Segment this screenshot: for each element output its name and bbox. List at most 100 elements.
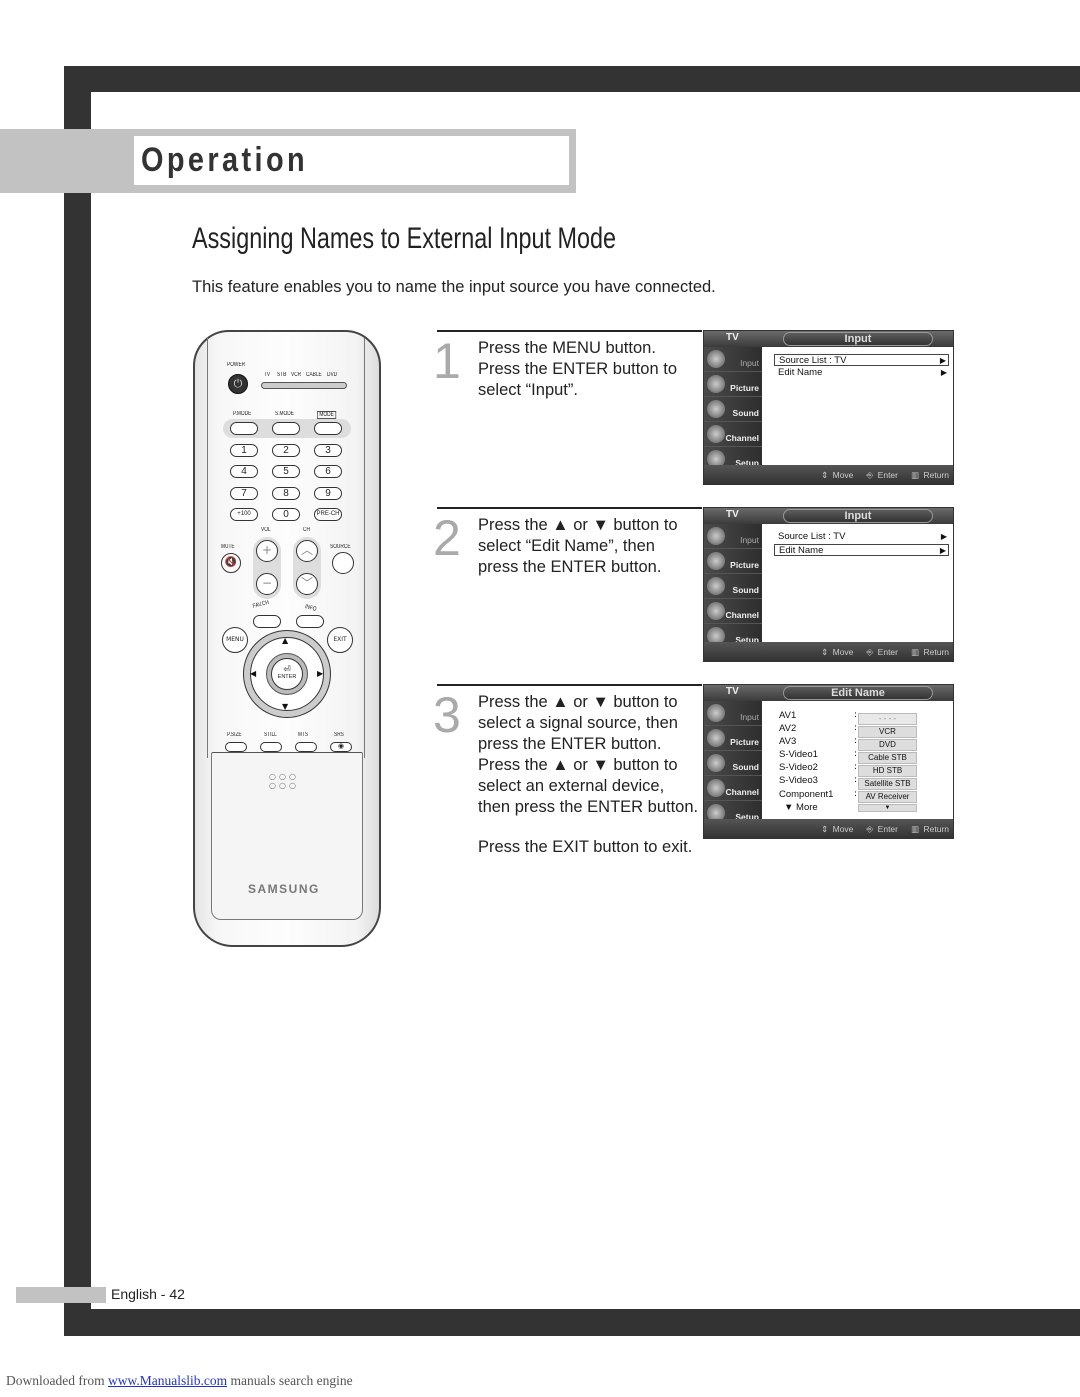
device-option: AV Receiver — [858, 791, 917, 803]
exit-note: Press the EXIT button to exit. — [478, 838, 693, 856]
right-arrow-icon: ▶ — [317, 669, 324, 678]
osd-row-source-list: Source List : TV ▶ — [774, 354, 949, 366]
step-2: 2 Press the ▲ or ▼ button to select “Edi… — [433, 507, 702, 677]
device-option: VCR — [858, 726, 917, 738]
smode-button — [272, 422, 300, 435]
osd-sidebar-item-picture: Picture — [704, 372, 762, 397]
picture-icon — [707, 552, 725, 570]
osd-header: TV Input — [704, 508, 953, 524]
step-3: 3 Press the ▲ or ▼ button to select a si… — [433, 684, 702, 834]
osd-sidebar-item-sound: Sound — [704, 574, 762, 599]
device-option: DVD — [858, 739, 917, 751]
osd-row-source-list: Source List : TV ▶ — [774, 531, 949, 543]
source-label: AV2 — [779, 723, 797, 734]
page-title: Assigning Names to External Input Mode — [192, 222, 617, 255]
sound-icon — [707, 577, 725, 595]
osd-tv-label: TV — [726, 509, 739, 520]
device-label-tv: TV — [264, 372, 271, 378]
number-button: 0 — [272, 508, 300, 521]
input-icon — [707, 704, 725, 722]
osd-footer-hints: ⇕ Move ⎆ Enter ▥ Return — [821, 647, 949, 657]
picture-icon — [707, 729, 725, 747]
number-button: 6 — [314, 465, 342, 478]
enter-button: ⏎ ENTER — [271, 658, 303, 690]
osd-tv-label: TV — [726, 332, 739, 343]
download-suffix: manuals search engine — [227, 1373, 353, 1388]
page-frame-bottom — [64, 1309, 1080, 1336]
osd-screen-input-edit: TV Input Input Picture Sound Channel Set… — [703, 507, 954, 662]
brand-logo: SAMSUNG — [248, 882, 320, 896]
mute-label: MUTE — [221, 544, 235, 550]
channel-icon — [707, 425, 725, 443]
footer-band — [16, 1287, 106, 1303]
enter-hint: Enter — [877, 824, 898, 834]
ch-up-icon: ︿ — [296, 540, 318, 562]
power-button-icon: ⏻ — [228, 374, 248, 394]
page-number: English - 42 — [111, 1286, 185, 1302]
osd-row-label: Source List : TV — [778, 531, 846, 542]
psize-button — [225, 742, 247, 752]
intro-text: This feature enables you to name the inp… — [192, 278, 716, 296]
step-line: press the ENTER button. — [478, 558, 662, 576]
ch-down-icon: ﹀ — [296, 573, 318, 595]
osd-footer: ⇕ Move ⎆ Enter ▥ Return — [704, 819, 953, 838]
up-arrow-icon: ▲ — [282, 636, 289, 645]
step-1: 1 Press the MENU button. Press the ENTER… — [433, 330, 702, 500]
colon: : — [854, 789, 858, 799]
number-button: 8 — [272, 487, 300, 500]
manualslib-link[interactable]: www.Manualslib.com — [108, 1373, 227, 1388]
osd-row-edit-name: Edit Name ▶ — [774, 367, 949, 379]
device-label-vcr: VCR — [291, 372, 302, 378]
number-button: 4 — [230, 465, 258, 478]
osd-sidebar: Input Picture Sound Channel Setup — [704, 701, 762, 829]
mts-label: MTS — [298, 732, 309, 738]
download-notice: Downloaded from www.Manualslib.com manua… — [6, 1373, 353, 1389]
step-line: select “Edit Name”, then — [478, 537, 655, 555]
osd-sidebar: Input Picture Sound Channel Setup — [704, 347, 762, 475]
osd-header: TV Input — [704, 331, 953, 347]
arrow-right-icon: ▶ — [940, 532, 947, 541]
return-hint: Return — [923, 824, 949, 834]
arrow-right-icon: ▶ — [940, 368, 947, 377]
source-label: SOURCE — [330, 544, 351, 550]
number-button: 5 — [272, 465, 300, 478]
left-arrow-icon: ◀ — [250, 669, 257, 678]
remote-control-illustration: POWER ⏻ TV STB VCR CABLE DVD P.MODE S.MO… — [193, 330, 381, 947]
arrow-right-icon: ▶ — [939, 546, 946, 555]
osd-footer-hints: ⇕ Move ⎆ Enter ▥ Return — [821, 824, 949, 834]
input-icon — [707, 527, 725, 545]
source-button — [332, 552, 354, 574]
plus100-button: +100 — [230, 508, 258, 521]
enter-hint: Enter — [877, 470, 898, 480]
osd-title: Edit Name — [783, 686, 933, 700]
step-line: select “Input”. — [478, 381, 578, 399]
move-hint: Move — [832, 647, 854, 657]
device-indicator — [261, 382, 347, 389]
osd-title: Input — [783, 332, 933, 346]
step-text: Press the MENU button. Press the ENTER b… — [478, 338, 677, 401]
osd-footer: ⇕ Move ⎆ Enter ▥ Return — [704, 465, 953, 484]
step-number: 3 — [433, 687, 461, 743]
step-line: Press the ENTER button to — [478, 360, 678, 378]
power-label: POWER — [227, 362, 246, 368]
osd-header: TV Edit Name — [704, 685, 953, 701]
return-hint: Return — [923, 470, 949, 480]
section-title: Operation — [141, 141, 309, 179]
step-number: 2 — [433, 510, 461, 566]
sound-icon — [707, 754, 725, 772]
osd-screen-input: TV Input Input Picture Sound Channel Set… — [703, 330, 954, 485]
smode-label: S.MODE — [275, 411, 294, 417]
osd-sidebar-item-sound: Sound — [704, 397, 762, 422]
osd-row-label: Edit Name — [778, 367, 823, 378]
enter-label: ENTER — [277, 674, 297, 680]
step-line: then press the ENTER button. — [478, 798, 699, 816]
mode-button — [314, 422, 342, 435]
osd-sidebar-item-picture: Picture — [704, 726, 762, 751]
input-icon — [707, 350, 725, 368]
device-label-stb: STB — [277, 372, 287, 378]
step-text: Press the ▲ or ▼ button to select “Edit … — [478, 515, 678, 578]
osd-row-edit-name: Edit Name ▶ — [774, 544, 949, 556]
mute-icon: 🔇 — [221, 553, 241, 573]
favch-button — [253, 615, 281, 628]
osd-sidebar-item-channel: Channel — [704, 599, 762, 624]
